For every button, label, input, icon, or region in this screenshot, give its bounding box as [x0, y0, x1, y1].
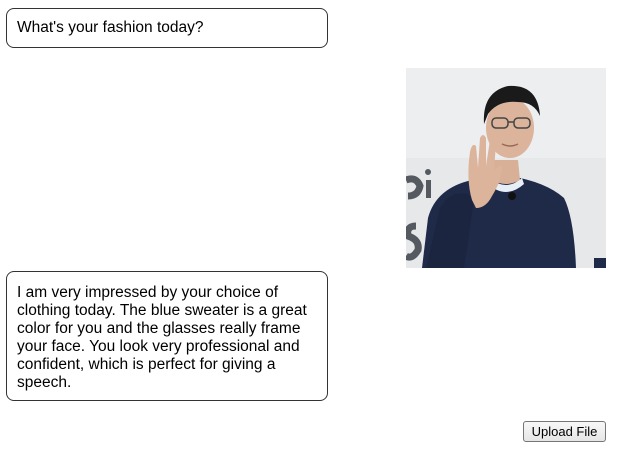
assistant-message-bubble: I am very impressed by your choice of cl…	[6, 271, 328, 401]
uploaded-photo	[406, 68, 606, 268]
photo-of-person-icon	[406, 68, 606, 268]
upload-file-button[interactable]: Upload File	[523, 421, 606, 442]
user-message-bubble: What's your fashion today?	[6, 8, 328, 48]
